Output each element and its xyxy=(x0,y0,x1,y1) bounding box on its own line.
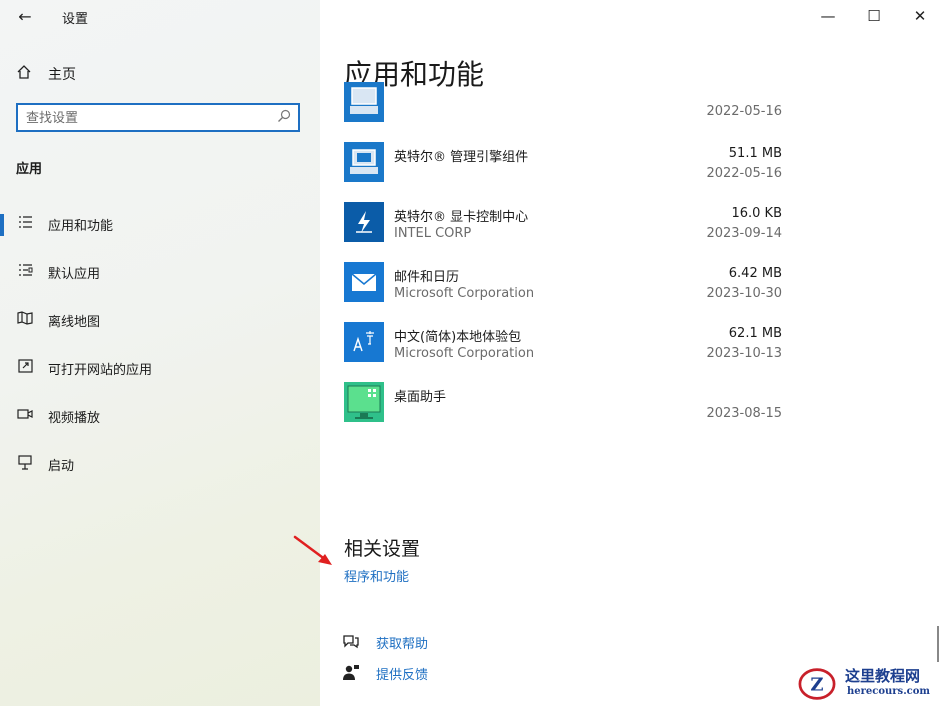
intel-graphics-icon xyxy=(344,202,384,242)
list-item[interactable]: 英特尔® 显卡控制中心 INTEL CORP 16.0 KB 2023-09-1… xyxy=(344,202,784,262)
app-size: 51.1 MB xyxy=(728,146,782,161)
video-icon xyxy=(17,408,33,424)
app-size: 16.0 KB xyxy=(731,206,782,221)
sidebar-item-offline-maps[interactable]: 离线地图 xyxy=(0,300,320,340)
watermark: Z 这里教程网 herecours.com xyxy=(795,664,941,704)
startup-icon xyxy=(17,454,33,474)
sidebar: ← 设置 主页 应用 应用和功能 默认应用 离线地图 xyxy=(0,0,320,706)
app-name: 英特尔® 管理引擎组件 xyxy=(394,150,529,165)
main-content: — ☐ ✕ 应用和功能 2022-05-16 英特尔® 管理引擎组件 51.1 … xyxy=(320,0,943,706)
app-date: 2022-05-16 xyxy=(706,104,782,119)
list-item[interactable]: 桌面助手 2023-08-15 xyxy=(344,382,784,442)
minimize-button[interactable]: — xyxy=(808,4,848,28)
sidebar-home[interactable]: 主页 xyxy=(16,62,306,86)
selection-indicator xyxy=(0,214,4,236)
maximize-button[interactable]: ☐ xyxy=(854,4,894,28)
sidebar-item-label: 可打开网站的应用 xyxy=(48,362,153,378)
desktop-assistant-icon xyxy=(344,382,384,422)
scrollbar[interactable] xyxy=(937,626,939,662)
related-settings-heading: 相关设置 xyxy=(344,538,421,560)
sidebar-item-label: 离线地图 xyxy=(48,314,101,330)
list-item[interactable]: 2022-05-16 xyxy=(344,82,784,122)
get-help-link[interactable]: 获取帮助 xyxy=(342,631,542,653)
intel-driver-icon xyxy=(344,82,384,122)
app-name: 英特尔® 显卡控制中心 xyxy=(394,210,529,225)
search-icon[interactable] xyxy=(277,109,291,127)
sidebar-item-label: 启动 xyxy=(48,458,75,474)
app-date: 2023-10-30 xyxy=(706,286,782,301)
app-date: 2023-09-14 xyxy=(706,226,782,241)
app-date: 2023-10-13 xyxy=(706,346,782,361)
app-publisher: Microsoft Corporation xyxy=(394,286,535,301)
back-arrow-icon[interactable]: ← xyxy=(14,6,36,28)
app-name: 中文(简体)本地体验包 xyxy=(394,330,522,345)
app-size: 6.42 MB xyxy=(728,266,782,281)
list-item[interactable]: 英特尔® 管理引擎组件 51.1 MB 2022-05-16 xyxy=(344,142,784,202)
list-item[interactable]: 中文(简体)本地体验包 Microsoft Corporation 62.1 M… xyxy=(344,322,784,382)
app-size: 62.1 MB xyxy=(728,326,782,341)
watermark-logo-letter: Z xyxy=(810,674,823,695)
help-chat-icon xyxy=(342,633,360,653)
sidebar-item-label: 默认应用 xyxy=(48,266,101,282)
window-title: 设置 xyxy=(62,12,89,27)
app-date: 2023-08-15 xyxy=(706,406,782,421)
section-label: 应用 xyxy=(16,162,43,177)
sidebar-home-label: 主页 xyxy=(48,67,76,83)
sidebar-item-video-playback[interactable]: 视频播放 xyxy=(0,396,320,436)
watermark-url: herecours.com xyxy=(847,686,931,697)
give-feedback-link[interactable]: 提供反馈 xyxy=(342,662,542,684)
get-help-label: 获取帮助 xyxy=(376,637,429,652)
home-icon xyxy=(16,64,34,84)
watermark-text: 这里教程网 xyxy=(845,667,921,685)
programs-and-features-link[interactable]: 程序和功能 xyxy=(344,566,409,585)
app-name: 邮件和日历 xyxy=(394,270,460,285)
annotation-arrow-icon xyxy=(293,535,332,565)
map-icon xyxy=(17,311,33,329)
feedback-icon xyxy=(342,664,360,685)
default-apps-icon xyxy=(17,263,33,281)
search-input[interactable] xyxy=(26,109,266,127)
close-button[interactable]: ✕ xyxy=(900,4,940,28)
search-box[interactable] xyxy=(16,103,300,132)
app-publisher: Microsoft Corporation xyxy=(394,346,535,361)
language-pack-icon xyxy=(344,322,384,362)
app-date: 2022-05-16 xyxy=(706,166,782,181)
watermark-logo-icon: Z xyxy=(798,668,836,700)
sidebar-item-default-apps[interactable]: 默认应用 xyxy=(0,252,320,292)
mail-icon xyxy=(344,262,384,302)
intel-driver-icon xyxy=(344,142,384,182)
sidebar-item-apps-for-websites[interactable]: 可打开网站的应用 xyxy=(0,348,320,388)
app-publisher: INTEL CORP xyxy=(394,226,472,241)
list-item[interactable]: 邮件和日历 Microsoft Corporation 6.42 MB 2023… xyxy=(344,262,784,322)
list-icon xyxy=(17,215,33,233)
sidebar-item-apps-features[interactable]: 应用和功能 xyxy=(0,204,320,244)
sidebar-item-startup[interactable]: 启动 xyxy=(0,444,320,484)
sidebar-item-label: 视频播放 xyxy=(48,410,101,426)
give-feedback-label: 提供反馈 xyxy=(376,668,429,683)
open-in-window-icon xyxy=(17,359,33,377)
sidebar-item-label: 应用和功能 xyxy=(48,218,114,234)
app-name: 桌面助手 xyxy=(394,390,447,405)
